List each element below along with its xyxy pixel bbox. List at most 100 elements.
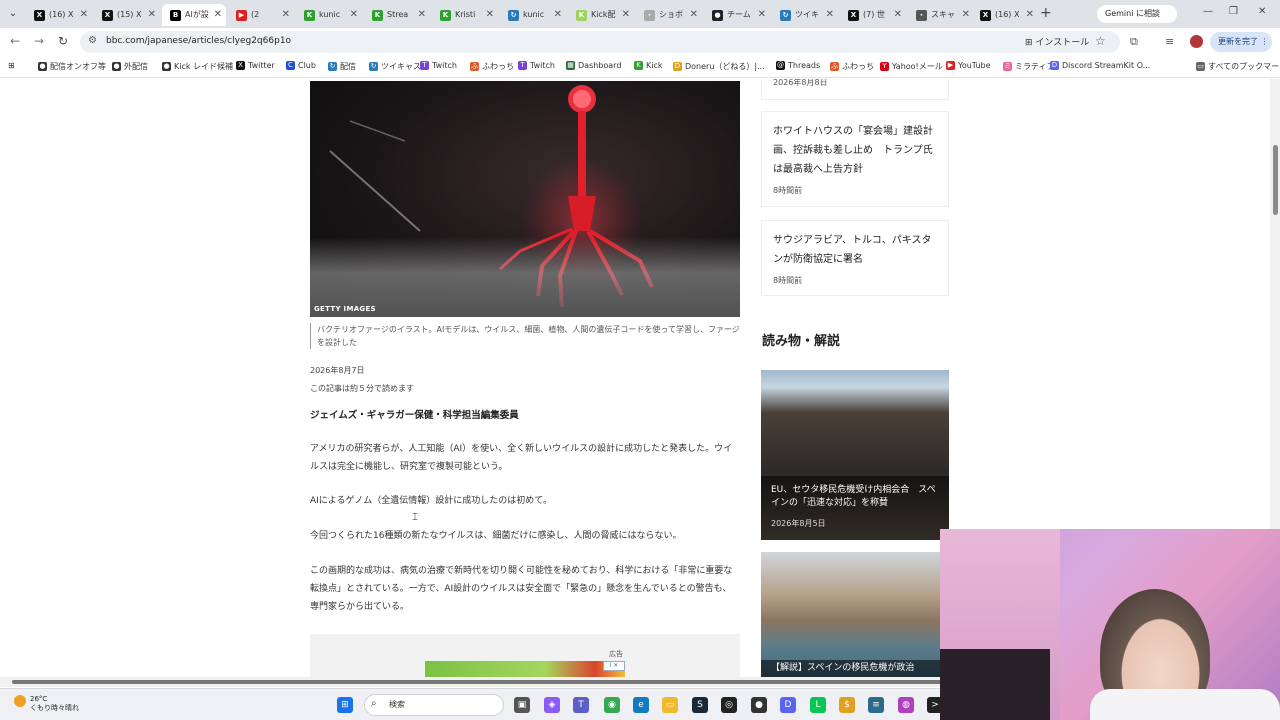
tab[interactable]: ● チーム ✕ bbox=[704, 4, 770, 26]
bookmark-item[interactable]: ふふわっち bbox=[830, 61, 874, 72]
bookmark-item[interactable]: Y Yahoo!メール bbox=[880, 61, 943, 72]
bookmark-item[interactable]: ● Kick レイド候補 bbox=[162, 61, 233, 72]
bookmark-item[interactable]: D Doneru（どねる）|... bbox=[673, 61, 765, 72]
bookmark-item[interactable]: ● 配信オンオフ等 bbox=[38, 61, 106, 72]
tab[interactable]: ↻ ツイキ ✕ bbox=[772, 4, 838, 26]
close-icon[interactable]: ✕ bbox=[282, 4, 290, 26]
tab[interactable]: X (15) X ✕ bbox=[94, 4, 160, 26]
ad-banner-image[interactable] bbox=[425, 661, 625, 677]
close-icon[interactable]: ✕ bbox=[80, 4, 88, 26]
all-bookmarks-button[interactable]: ▭ すべてのブックマーク bbox=[1196, 61, 1280, 72]
discord-icon[interactable]: D bbox=[780, 697, 796, 713]
ad-choices-icon[interactable]: i ✕ bbox=[603, 661, 625, 671]
steam-icon[interactable]: S bbox=[692, 697, 708, 713]
maximize-icon[interactable]: ❐ bbox=[1229, 6, 1238, 17]
avatar[interactable] bbox=[1190, 35, 1203, 48]
forward-icon[interactable]: → bbox=[34, 34, 44, 48]
notepad-icon[interactable]: ≡ bbox=[868, 697, 884, 713]
tab[interactable]: ↻ kunic ✕ bbox=[500, 4, 566, 26]
news-title[interactable]: ホワイトハウスの「宴会場」建設計画、控訴裁も差し止め トランプ氏は最高裁へ上告方… bbox=[773, 122, 941, 179]
tab[interactable]: X (7) 世 ✕ bbox=[840, 4, 906, 26]
close-icon[interactable]: ✕ bbox=[214, 4, 222, 26]
coin-icon[interactable]: $ bbox=[839, 697, 855, 713]
bookmark-item[interactable]: T Twitch bbox=[518, 61, 555, 70]
app-icon[interactable]: ● bbox=[751, 697, 767, 713]
news-card[interactable]: ホワイトハウスの「宴会場」建設計画、控訴裁も差し止め トランプ氏は最高裁へ上告方… bbox=[762, 112, 948, 206]
tab[interactable]: ・ショボ ✕ bbox=[636, 4, 702, 26]
taskbar-search[interactable]: 検索 bbox=[364, 694, 504, 716]
tab-active[interactable]: B AIが設 ✕ bbox=[162, 4, 226, 26]
tab[interactable]: X (16) X ✕ bbox=[972, 4, 1038, 26]
address-bar[interactable]: ⚙ bbc.com/japanese/articles/clyeg2q66p1o… bbox=[80, 31, 1120, 53]
tab[interactable]: K Kristi ✕ bbox=[432, 4, 498, 26]
tab-search-menu-icon[interactable]: ⌄ bbox=[4, 5, 22, 23]
tab[interactable]: K Strea ✕ bbox=[364, 4, 430, 26]
close-window-icon[interactable]: ✕ bbox=[1258, 6, 1266, 17]
tab[interactable]: K Kick配 ✕ bbox=[568, 4, 634, 26]
feature-card[interactable]: EU、セウタ移民危機受け内相会合 スペインの「迅速な対応」を称賛 2026年8月… bbox=[761, 370, 949, 540]
explorer-icon[interactable]: ▭ bbox=[662, 697, 678, 713]
app2-icon[interactable]: ◍ bbox=[898, 697, 914, 713]
obs-icon[interactable]: ◎ bbox=[721, 697, 737, 713]
news-card[interactable]: 2026年8月8日 bbox=[762, 79, 948, 99]
close-icon[interactable]: ✕ bbox=[826, 4, 834, 26]
install-button[interactable]: ⊞ インストール bbox=[1025, 35, 1089, 48]
edge-icon[interactable]: e bbox=[633, 697, 649, 713]
start-icon[interactable]: ⊞ bbox=[337, 697, 353, 713]
new-tab-button[interactable]: + bbox=[1040, 5, 1052, 21]
bookmark-item[interactable]: X Twitter bbox=[236, 61, 275, 70]
feature-card[interactable]: 【解説】スペインの移民危機が政治 bbox=[761, 552, 949, 677]
bookmark-item[interactable]: T Twitch bbox=[420, 61, 457, 70]
back-icon[interactable]: ← bbox=[10, 34, 20, 48]
chrome-icon[interactable]: ◉ bbox=[604, 697, 620, 713]
bookmark-item[interactable]: ● 外配信 bbox=[112, 61, 148, 72]
bookmark-item[interactable]: C Club bbox=[286, 61, 316, 70]
line-icon[interactable]: L bbox=[810, 697, 826, 713]
close-icon[interactable]: ✕ bbox=[418, 4, 426, 26]
close-icon[interactable]: ✕ bbox=[962, 4, 970, 26]
tab[interactable]: ▶ (2 ✕ bbox=[228, 4, 294, 26]
tab[interactable]: Kkunic ✕ bbox=[296, 4, 362, 26]
close-icon[interactable]: ✕ bbox=[350, 4, 358, 26]
bookmark-item[interactable]: D Discord StreamKit O... bbox=[1050, 61, 1150, 70]
weather-widget[interactable]: 26°C くもり時々晴れ bbox=[14, 695, 79, 713]
tab[interactable]: ・スキャ ✕ bbox=[908, 4, 974, 26]
feature-title[interactable]: 【解説】スペインの移民危機が政治 bbox=[771, 662, 941, 675]
bookmark-item[interactable]: ▦ Dashboard bbox=[566, 61, 621, 70]
temperature: 26°C bbox=[30, 695, 48, 703]
site-info-icon[interactable]: ⚙ bbox=[88, 35, 97, 46]
bookmark-item[interactable]: ▶ YouTube bbox=[946, 61, 991, 70]
minimize-icon[interactable]: — bbox=[1203, 6, 1213, 17]
close-icon[interactable]: ✕ bbox=[894, 4, 902, 26]
bookmark-item[interactable]: ミミラティブ bbox=[1003, 61, 1055, 72]
feature-title[interactable]: EU、セウタ移民危機受け内相会合 スペインの「迅速な対応」を称賛 bbox=[771, 484, 941, 510]
teams-icon[interactable]: T bbox=[573, 697, 589, 713]
article-paragraph: 今回つくられた16種類の新たなウイルスは、細菌だけに感染し、人間の脅威にはならな… bbox=[310, 531, 682, 541]
bookmark-item[interactable]: ↻ ツイキャス bbox=[369, 61, 421, 72]
close-icon[interactable]: ✕ bbox=[758, 4, 766, 26]
task-view-icon[interactable]: ▣ bbox=[514, 697, 530, 713]
close-icon[interactable]: ✕ bbox=[622, 4, 630, 26]
close-icon[interactable]: ✕ bbox=[1026, 4, 1034, 26]
apps-grid-icon[interactable]: ⊞ bbox=[8, 61, 15, 70]
copilot-icon[interactable]: ◈ bbox=[544, 697, 560, 713]
news-card[interactable]: サウジアラビア、トルコ、パキスタンが防衛協定に署名 8時間前 bbox=[762, 221, 948, 295]
bookmark-item[interactable]: ふふわっち bbox=[470, 61, 514, 72]
bookmark-item[interactable]: ↻ 配信 bbox=[328, 61, 356, 72]
article-byline: ジェイムズ・ギャラガー保健・科学担当編集委員 bbox=[310, 410, 519, 421]
close-icon[interactable]: ✕ bbox=[554, 4, 562, 26]
media-controls-icon[interactable]: ≡ bbox=[1165, 35, 1174, 48]
close-icon[interactable]: ✕ bbox=[486, 4, 494, 26]
extensions-icon[interactable]: ⧉ bbox=[1130, 35, 1138, 49]
gemini-button[interactable]: Gemini に相談 bbox=[1097, 5, 1177, 23]
bookmark-star-icon[interactable]: ☆ bbox=[1095, 34, 1106, 48]
close-icon[interactable]: ✕ bbox=[690, 4, 698, 26]
close-icon[interactable]: ✕ bbox=[148, 4, 156, 26]
bookmark-item[interactable]: @ Threads bbox=[776, 61, 820, 70]
bookmark-item[interactable]: K Kick bbox=[634, 61, 663, 70]
reload-icon[interactable]: ↻ bbox=[58, 34, 68, 48]
scroll-thumb[interactable] bbox=[1273, 145, 1278, 215]
news-title[interactable]: サウジアラビア、トルコ、パキスタンが防衛協定に署名 bbox=[773, 231, 941, 269]
tab[interactable]: X (16) X ✕ bbox=[26, 4, 92, 26]
update-button[interactable]: 更新を完了 ⋮ bbox=[1210, 32, 1272, 52]
